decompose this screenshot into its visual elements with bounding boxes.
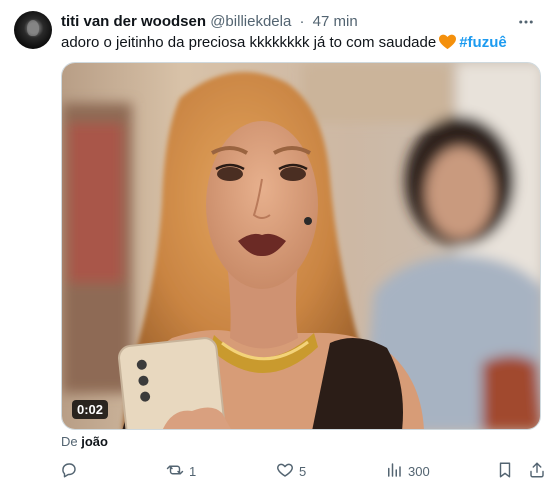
video-player[interactable]: 0:02	[61, 62, 541, 430]
separator-dot: ·	[299, 13, 305, 30]
share-upload-icon	[528, 461, 546, 482]
avatar[interactable]	[14, 11, 52, 49]
video-frame	[62, 63, 540, 429]
bookmark-button[interactable]	[496, 460, 514, 482]
views-count: 300	[408, 463, 430, 479]
share-button[interactable]	[528, 460, 546, 482]
post-timestamp[interactable]: 47 min	[313, 13, 358, 30]
views-button[interactable]: 300	[385, 460, 430, 482]
action-bar: 1 5 300	[56, 460, 546, 482]
author-handle[interactable]: @billiekdela	[210, 13, 291, 30]
repost-count: 1	[189, 463, 197, 479]
like-count: 5	[299, 463, 307, 479]
reply-icon	[60, 461, 78, 482]
more-options-icon[interactable]	[516, 12, 536, 32]
repost-icon	[166, 461, 184, 482]
author-name[interactable]: titi van der woodsen	[61, 13, 206, 30]
bookmark-icon	[496, 461, 514, 482]
post-header: titi van der woodsen @billiekdela · 47 m…	[61, 12, 490, 32]
analytics-bar-icon	[385, 461, 403, 482]
post-text-body: adoro o jeitinho da preciosa kkkkkkkk já…	[61, 34, 437, 51]
attribution-author-link[interactable]: joão	[81, 434, 108, 449]
like-heart-icon	[276, 461, 294, 482]
post-text: adoro o jeitinho da preciosa kkkkkkkk já…	[61, 33, 538, 56]
media-attribution: De joão	[61, 434, 108, 450]
like-button[interactable]: 5	[276, 460, 306, 482]
repost-button[interactable]: 1	[166, 460, 196, 482]
video-duration-badge: 0:02	[72, 400, 109, 419]
post-card[interactable]: titi van der woodsen @billiekdela · 47 m…	[0, 0, 550, 488]
reply-button[interactable]	[60, 460, 83, 482]
attribution-prefix: De	[61, 434, 78, 449]
hashtag-link[interactable]: #fuzuê	[459, 34, 507, 51]
orange-heart-icon	[439, 34, 457, 56]
